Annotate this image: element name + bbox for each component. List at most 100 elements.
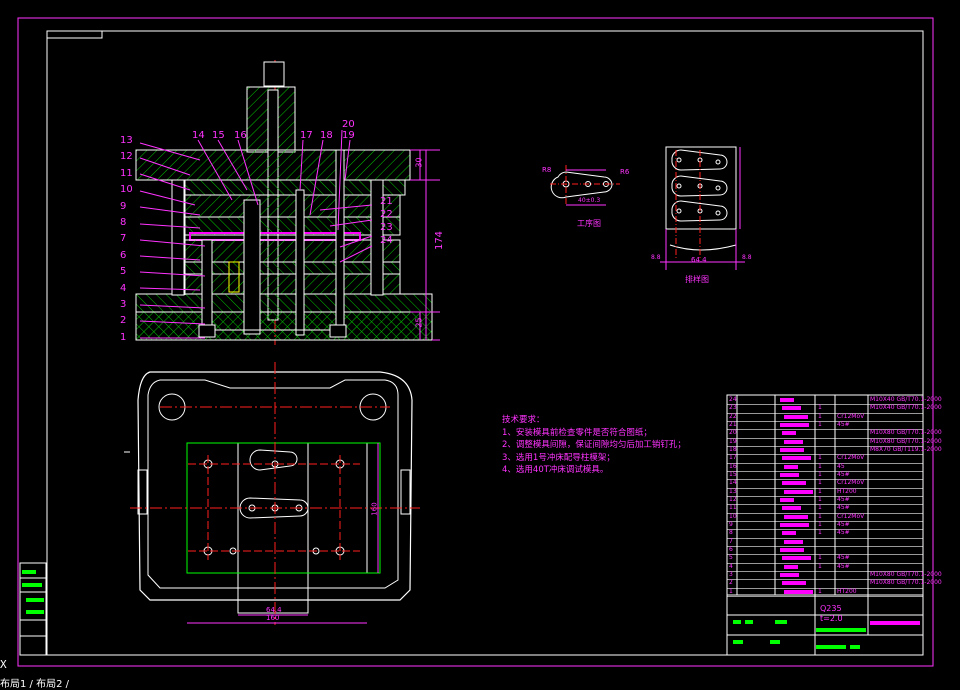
part-number-label: 18 [320,130,333,141]
bom-cell-no: 9 [729,521,733,528]
tech-requirements-title: 技术要求： [502,415,545,425]
bom-cell-material: Cr12MoV [837,454,865,462]
bom-name-bar [782,581,806,586]
bom-row-separator [727,462,923,464]
part-number-label: 9 [120,200,127,212]
bom-name-bar [784,589,813,594]
part-number-label: 17 [300,130,313,141]
bom-cell-spec: M10X80 GB/T70.1-2000 [870,579,942,587]
part-number-label: 10 [120,184,133,196]
height-dim-bottom: 25 [414,317,424,328]
bom-cell-qty: 1 [818,404,822,412]
part-number-label: 20 [342,119,355,130]
part-number-label: 15 [212,130,225,141]
bom-cell-no: 17 [729,454,737,462]
bom-row-separator [727,537,923,539]
bom-cell-no: 1 [729,587,733,595]
bom-cell-no: 19 [729,437,737,445]
bom-name-bar [784,539,803,544]
bom-cell-material: 45# [837,471,850,478]
bom-name-bar [782,406,801,411]
bom-name-bar [782,531,796,536]
plan-dim-width: 160 [266,614,280,622]
part-number-label: 24 [380,235,393,246]
part-number-label: 14 [192,130,205,141]
bom-cell-no: 12 [729,496,737,503]
bom-cell-no: 15 [729,471,737,478]
part-number-label: 11 [120,167,133,179]
bom-name-bar [784,464,798,469]
outer-frame [17,17,934,667]
part-number-label: 6 [120,249,127,261]
layout-dim-pitch: 64.4 [691,256,707,264]
bom-cell-no: 5 [729,554,733,562]
bom-cell-spec: M10X40 GB/T70.1-2000 [870,396,942,403]
tech-requirement-4: 4、选用40T冲床调试模具。 [502,465,609,475]
bom-name-bar [784,514,808,519]
bom-row-separator [727,504,923,506]
bom-cell-no: 14 [729,479,737,487]
layout-dim-side-a: 8.8 [651,254,661,261]
bom-cell-qty: 1 [818,512,822,520]
bom-cell-spec: M10X40 GB/T70.1-2000 [870,404,942,412]
part-number-label: 22 [380,209,393,220]
bom-name-bar [782,431,796,436]
bom-name-bar [780,498,794,502]
bom-name-bar [784,414,808,419]
bom-cell-material: HT200 [837,587,857,595]
bom-cell-no: 16 [729,462,737,470]
bom-name-bar [784,489,813,494]
part-number-label: 3 [120,299,127,310]
bom-cell-no: 23 [729,404,737,412]
layout-dim-side-b: 8.8 [742,254,752,261]
bom-name-bar [784,439,803,444]
bom-row-separator [727,596,923,597]
bom-cell-qty: 1 [818,521,822,528]
bom-name-bar [780,448,804,452]
bom-cell-qty: 1 [818,412,822,420]
workpiece-label: 工序图 [577,219,601,228]
cad-drawing-canvas[interactable] [0,0,960,685]
title-thickness: t=2.0 [820,614,843,623]
bom-cell-no: 2 [729,579,733,587]
bom-cell-material: 45# [837,521,850,528]
bom-cell-qty: 1 [818,496,822,503]
part-number-label: 13 [120,135,133,146]
bom-cell-qty: 1 [818,487,822,495]
bom-cell-no: 4 [729,562,733,570]
bom-row-separator [727,554,923,556]
workpiece-dim-width: 40±0.3 [578,197,601,204]
plan-view [124,362,420,625]
bom-name-bar [782,481,806,486]
bom-cell-no: 10 [729,512,737,520]
bom-name-bar [784,564,798,569]
part-number-label: 4 [120,282,127,294]
bom-name-bar [780,398,794,402]
bom-cell-qty: 1 [818,421,822,428]
bom-cell-qty: 1 [818,554,822,562]
bom-cell-no: 21 [729,421,737,428]
left-strip [19,562,47,656]
bom-cell-spec: M10X80 GB/T70.1-2000 [870,437,942,445]
workpiece-dim-r1: R8 [542,166,552,174]
bom-row-separator [727,479,923,481]
corner-label-box [46,30,103,39]
bom-row-separator [727,487,923,489]
bom-cell-spec: M8X70 GB/T119.1-2000 [870,446,942,453]
command-prompt[interactable]: X [0,658,7,671]
part-number-label: 8 [120,217,127,228]
part-number-label: 2 [120,315,127,327]
bom-cell-material: 45 [837,462,845,470]
bom-cell-qty: 1 [818,479,822,487]
plan-dim-inner: 64.4 [266,606,282,614]
bom-cell-no: 20 [729,429,737,437]
bom-cell-no: 22 [729,412,737,420]
bom-row-separator [727,471,923,472]
bom-cell-material: Cr12MoV [837,479,865,487]
bom-cell-material: 45# [837,562,850,570]
bom-cell-qty: 1 [818,529,822,537]
bom-row-separator [727,546,923,547]
bom-cell-spec: M10X80 GB/T70.1-2000 [870,429,942,437]
layout-tabs[interactable]: 布局1 / 布局2 / [0,675,69,690]
part-number-label: 12 [120,151,133,163]
